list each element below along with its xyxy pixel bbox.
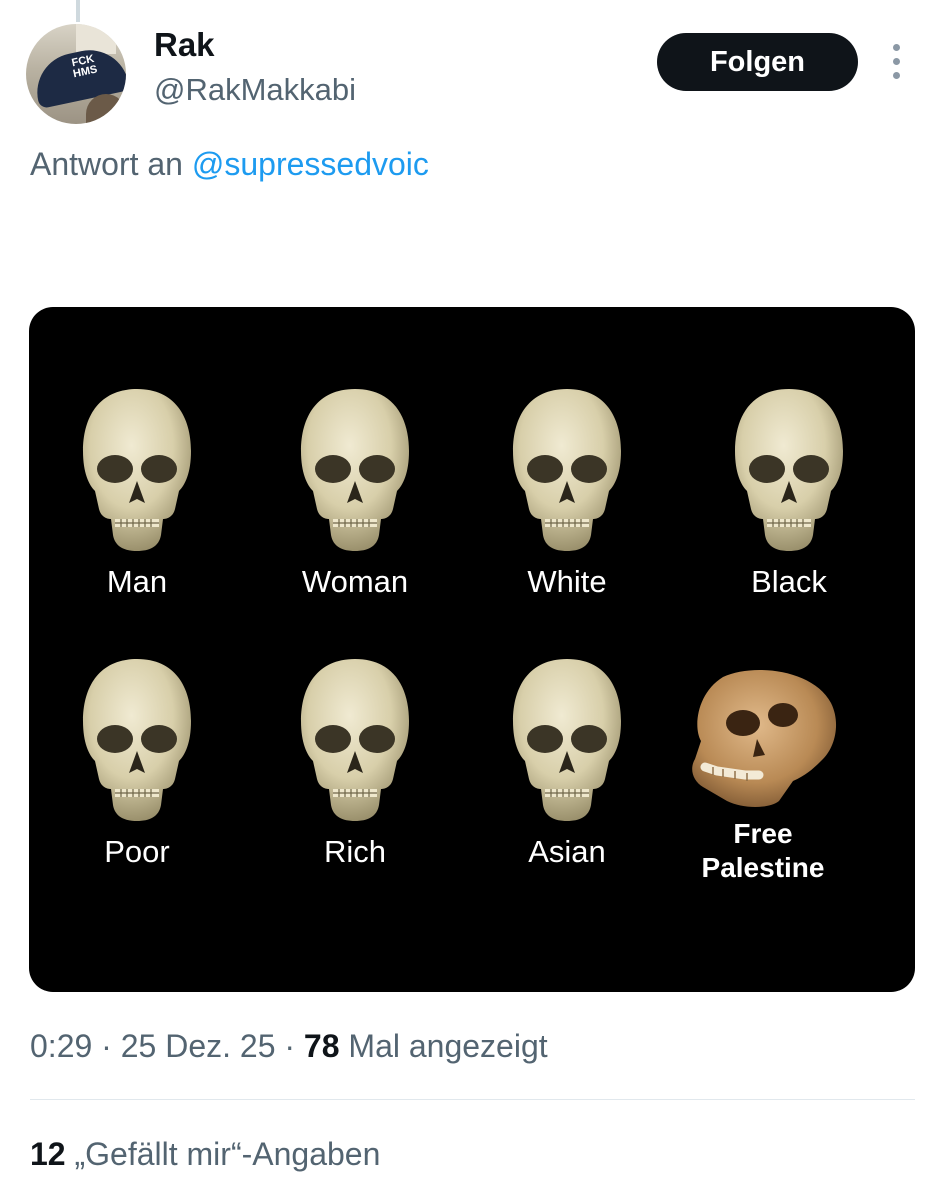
skull-card-man: Man [37,385,237,599]
reply-prefix: Antwort an [30,146,183,182]
reply-context: Antwort an @supressedvoic [30,146,429,183]
skull-card-woman: Woman [255,385,455,599]
ape-skull-icon [683,663,843,813]
human-skull-icon [295,385,415,555]
human-skull-icon [729,385,849,555]
views-label: Mal angezeigt [348,1028,548,1064]
reply-mention-link[interactable]: @supressedvoic [192,146,429,182]
likes-label: „Gefällt mir“-Angaben [74,1136,381,1172]
skull-card-poor: Poor [37,655,237,869]
skull-card-asian: Asian [467,655,667,869]
tweet-date[interactable]: 25 Dez. 25 [121,1028,276,1064]
skull-label: White [527,564,607,599]
skull-label: Rich [323,834,386,869]
skull-label: Free Palestine [701,818,825,883]
skull-card-black: Black [689,385,889,599]
views-count: 78 [303,1028,340,1064]
likes-stat[interactable]: 12 „Gefällt mir“-Angaben [30,1136,380,1173]
skull-label: Black [751,564,827,599]
skull-label: Woman [301,564,409,599]
thread-connector-line [76,0,80,22]
human-skull-icon [507,655,627,825]
skull-card-rich: Rich [255,655,455,869]
meta-separator: · [284,1028,296,1064]
likes-count: 12 [30,1136,66,1172]
author-name[interactable]: Rak [154,26,215,64]
human-skull-icon [507,385,627,555]
tweet-detail: FCK HMS Rak @RakMakkabi Folgen Antwort an… [0,0,944,1200]
human-skull-icon [77,385,197,555]
skull-label: Man [106,564,168,599]
follow-button[interactable]: Folgen [657,33,858,91]
skull-card-free-palestine: Free Palestine [663,663,863,885]
tweet-meta: 0:29 · 25 Dez. 25 · 78 Mal angezeigt [30,1028,548,1065]
avatar[interactable]: FCK HMS [26,24,126,124]
skull-label: Asian [528,834,606,869]
meta-separator: · [101,1028,112,1064]
skull-label: Poor [104,834,170,869]
author-handle[interactable]: @RakMakkabi [154,72,356,108]
divider [30,1099,915,1100]
human-skull-icon [295,655,415,825]
skull-card-white: White [467,385,667,599]
human-skull-icon [77,655,197,825]
tweet-media-image[interactable]: Man Woman White Black Poor Rich Asian Fr… [29,307,915,992]
more-vertical-icon[interactable] [888,44,904,80]
tweet-time[interactable]: 0:29 [30,1028,92,1064]
